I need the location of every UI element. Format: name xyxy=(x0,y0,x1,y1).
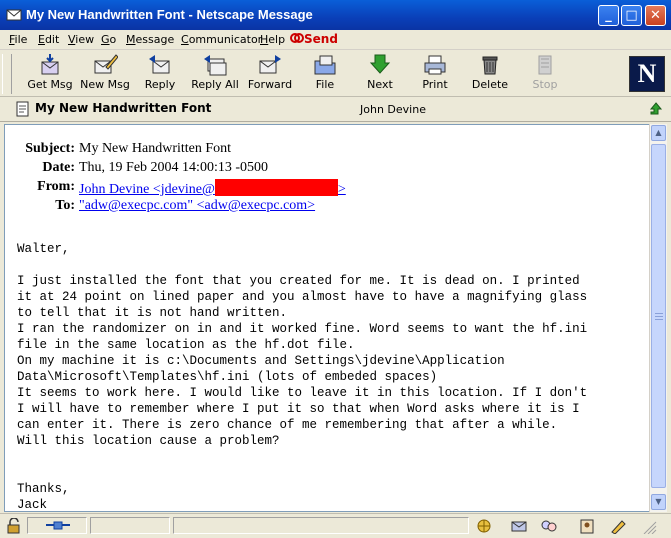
delete-button[interactable]: Delete xyxy=(462,53,518,95)
reply-all-icon xyxy=(204,55,227,76)
send-button[interactable]: Send xyxy=(290,31,338,48)
to-link[interactable]: "adw@execpc.com" <adw@execpc.com> xyxy=(79,198,315,214)
to-label: To: xyxy=(55,198,75,213)
forward-button[interactable]: Forward xyxy=(242,53,298,95)
collapse-arrow-icon[interactable] xyxy=(649,102,663,116)
menu-communicator[interactable]: Communicator xyxy=(181,33,262,46)
status-message-cell xyxy=(173,517,469,534)
print-button[interactable]: Print xyxy=(407,53,463,95)
close-button[interactable]: ✕ xyxy=(645,5,666,26)
mailbox-icon[interactable] xyxy=(510,518,528,534)
window-title: My New Handwritten Font - Netscape Messa… xyxy=(26,7,313,22)
subject-label: Subject: xyxy=(25,141,75,156)
message-page-icon xyxy=(16,101,29,117)
title-bar: My New Handwritten Font - Netscape Messa… xyxy=(0,0,671,30)
menu-go[interactable]: Go xyxy=(101,33,116,46)
scroll-up-button[interactable]: ▲ xyxy=(651,125,666,141)
message-subject-title: My New Handwritten Font xyxy=(35,101,212,115)
get-msg-button[interactable]: Get Msg xyxy=(22,53,78,95)
menu-edit[interactable]: Edit xyxy=(38,33,59,46)
reply-icon xyxy=(149,55,170,74)
subject-header: Subject: My New Handwritten Font xyxy=(5,141,645,160)
scroll-down-button[interactable]: ▼ xyxy=(651,494,666,510)
status-bar xyxy=(0,513,671,538)
message-author: John Devine xyxy=(360,103,426,116)
navigator-icon[interactable] xyxy=(475,518,493,534)
forward-icon xyxy=(259,55,281,74)
discussion-groups-icon[interactable] xyxy=(540,518,558,534)
maximize-button[interactable]: □ xyxy=(621,5,642,26)
netscape-message-icon xyxy=(6,9,22,21)
date-header: Date: Thu, 19 Feb 2004 14:00:13 -0500 xyxy=(5,160,645,179)
menu-view[interactable]: View xyxy=(68,33,94,46)
menu-help[interactable]: Help xyxy=(260,33,285,46)
file-button[interactable]: File xyxy=(297,53,353,95)
address-book-icon[interactable] xyxy=(578,518,596,534)
from-header: From: John Devine <jdevine@ > xyxy=(5,179,645,198)
new-msg-icon xyxy=(94,54,118,74)
next-arrow-icon xyxy=(369,54,391,74)
message-content: Subject: My New Handwritten Font Date: T… xyxy=(4,124,650,512)
toolbar: Get Msg New Msg Reply Reply All Forward … xyxy=(0,50,671,97)
minimize-button[interactable]: _ xyxy=(598,5,619,26)
stop-icon xyxy=(538,55,552,75)
toolbar-grip[interactable] xyxy=(2,54,12,94)
message-subject-bar: My New Handwritten Font John Devine xyxy=(0,97,671,122)
trash-can-icon xyxy=(482,56,498,75)
connection-status-cell xyxy=(27,517,87,534)
composer-icon[interactable] xyxy=(610,518,628,534)
progress-cell xyxy=(90,517,170,534)
from-link[interactable]: John Devine <jdevine@ > xyxy=(79,179,346,198)
get-msg-icon xyxy=(41,54,59,75)
scroll-thumb[interactable] xyxy=(651,144,666,488)
date-value: Thu, 19 Feb 2004 14:00:13 -0500 xyxy=(79,160,268,175)
netscape-logo[interactable]: N xyxy=(629,56,665,92)
stop-button[interactable]: Stop xyxy=(517,53,573,95)
redaction-box xyxy=(214,179,338,196)
new-msg-button[interactable]: New Msg xyxy=(77,53,133,95)
resize-grip-icon[interactable] xyxy=(640,518,658,534)
menu-file[interactable]: File xyxy=(9,33,27,46)
subject-value: My New Handwritten Font xyxy=(79,141,232,156)
to-header: To: "adw@execpc.com" <adw@execpc.com> xyxy=(5,198,645,217)
from-label: From: xyxy=(37,179,75,194)
send-icon xyxy=(290,33,304,43)
vertical-scrollbar[interactable]: ▲ ▼ xyxy=(649,124,667,512)
reply-all-button[interactable]: Reply All xyxy=(187,53,243,95)
message-body: Walter, I just installed the font that y… xyxy=(17,242,588,512)
menu-message[interactable]: Message xyxy=(126,33,174,46)
next-button[interactable]: Next xyxy=(352,53,408,95)
security-lock-icon[interactable] xyxy=(5,518,23,534)
reply-button[interactable]: Reply xyxy=(132,53,188,95)
connection-plug-icon xyxy=(46,521,70,530)
date-label: Date: xyxy=(42,160,75,175)
file-folder-icon xyxy=(314,55,336,75)
printer-icon xyxy=(424,55,446,75)
